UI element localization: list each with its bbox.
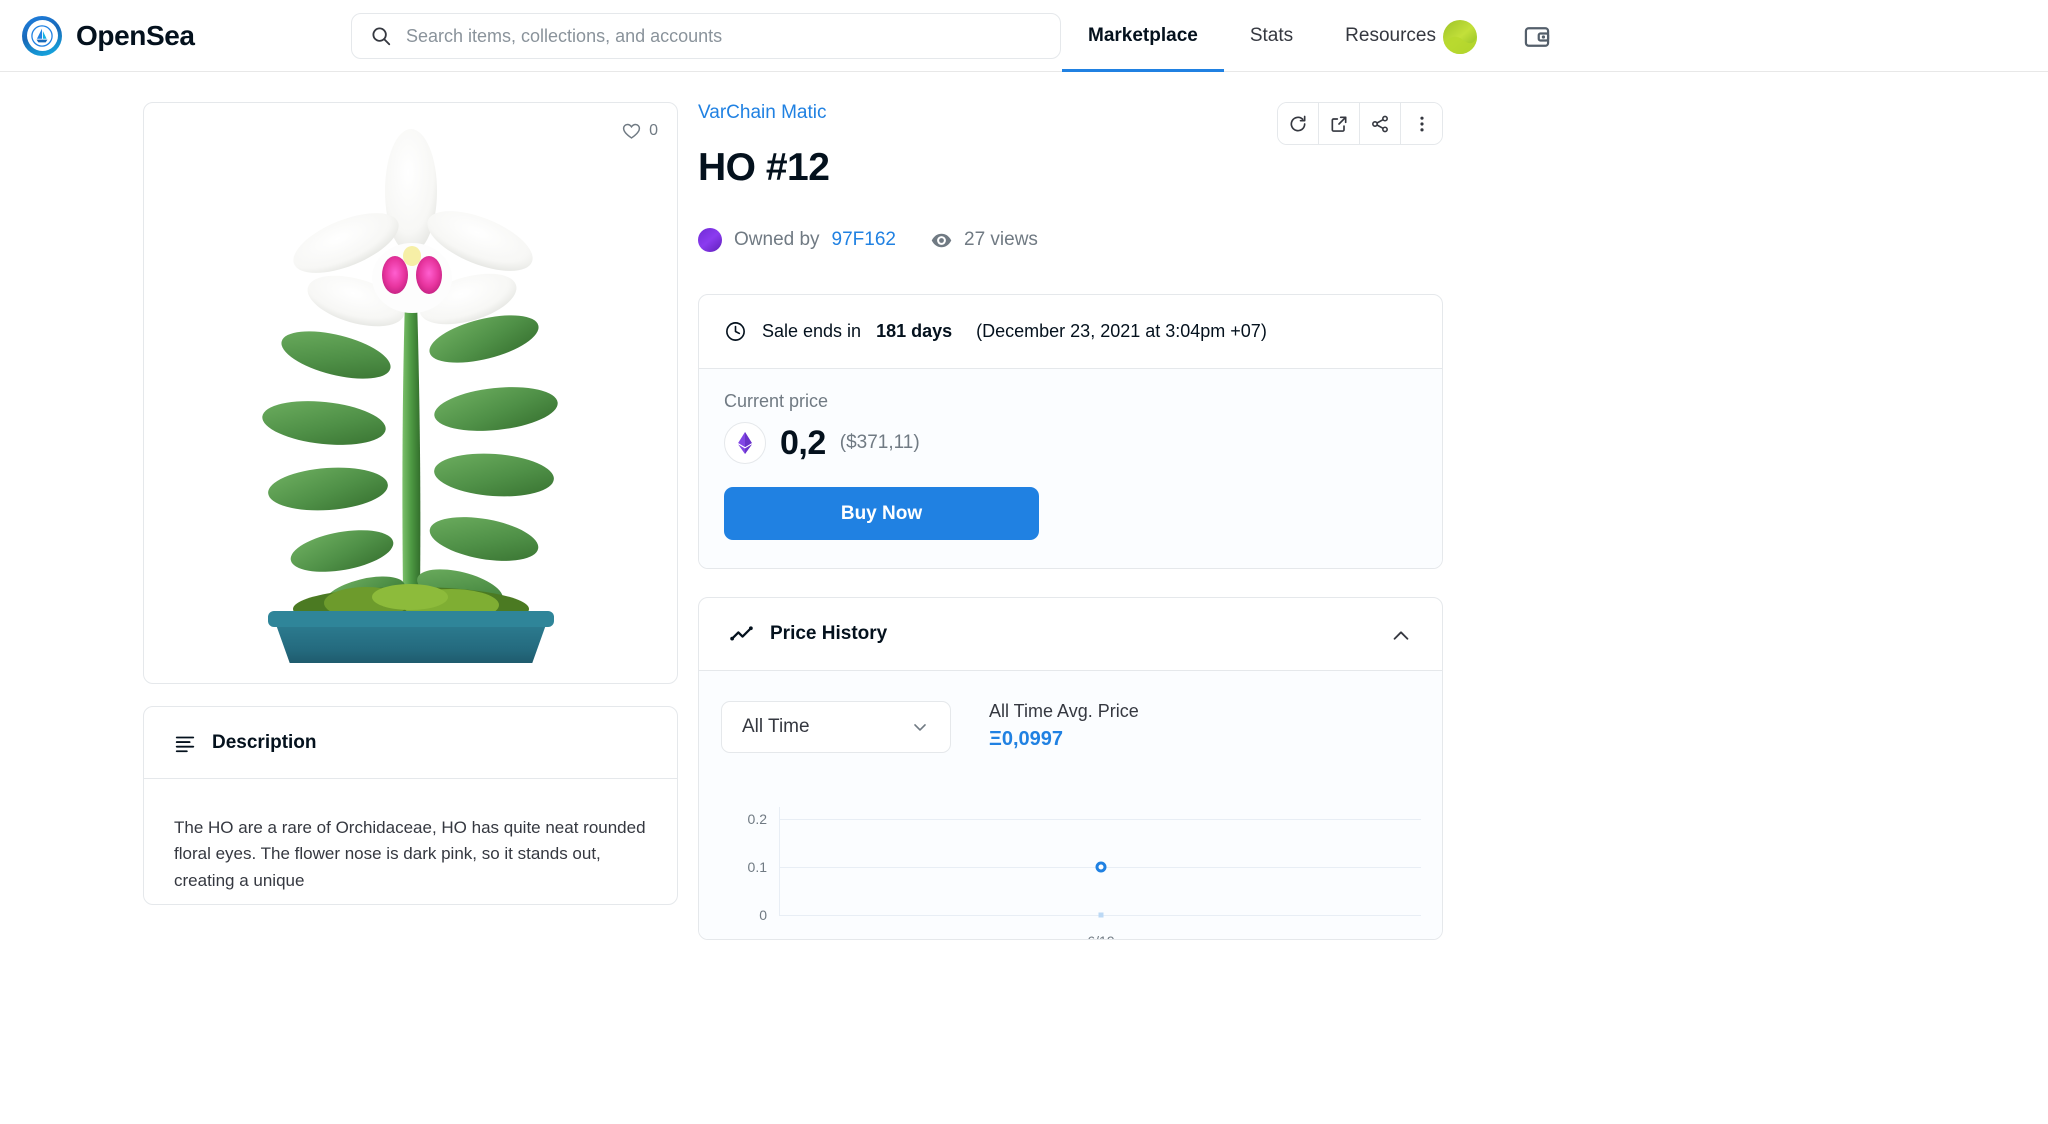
description-text: The HO are a rare of Orchidaceae, HO has… <box>144 779 677 904</box>
y-axis-line <box>779 807 780 915</box>
description-title: Description <box>212 732 317 754</box>
asset-image-card: 0 <box>143 102 678 684</box>
chart-line-icon <box>729 622 754 647</box>
price-history-controls: All Time All Time Avg. Price Ξ0,0997 <box>721 701 1420 753</box>
sale-countdown-row: Sale ends in 181 days (December 23, 2021… <box>699 295 1442 369</box>
sale-card: Sale ends in 181 days (December 23, 2021… <box>698 294 1443 569</box>
chevron-down-icon <box>910 717 930 737</box>
price-history-body: All Time All Time Avg. Price Ξ0,0997 0.2… <box>699 671 1442 939</box>
profile-avatar[interactable] <box>1443 20 1477 54</box>
kebab-glyph <box>1412 114 1432 134</box>
nav-item-stats[interactable]: Stats <box>1224 0 1319 72</box>
nav-label-resources: Resources <box>1345 25 1436 47</box>
refresh-icon[interactable] <box>1278 103 1319 144</box>
owner-block: Owned by 97F162 <box>698 228 896 252</box>
share-glyph <box>1370 114 1390 134</box>
page-title: HO #12 <box>698 146 1443 190</box>
chevron-up-icon[interactable] <box>1390 625 1412 653</box>
asset-action-buttons <box>1277 102 1443 145</box>
price-history-card: Price History All Time Al <box>698 597 1443 940</box>
timeframe-value: All Time <box>742 716 810 738</box>
left-column: 0 <box>143 102 678 905</box>
owner-address-link[interactable]: 97F162 <box>832 229 896 251</box>
orchid-illustration <box>196 123 626 663</box>
search-icon <box>370 25 392 47</box>
sale-end-date: (December 23, 2021 at 3:04pm +07) <box>976 321 1267 342</box>
x-tick-6-19: 6/19 <box>1087 933 1114 940</box>
right-column: VarChain Matic HO #12 <box>698 102 1443 940</box>
search-placeholder: Search items, collections, and accounts <box>406 26 722 47</box>
sale-ends-prefix: Sale ends in <box>762 321 861 342</box>
price-history-header[interactable]: Price History <box>699 598 1442 671</box>
gridline-0.2 <box>779 819 1421 820</box>
refresh-glyph <box>1288 114 1308 134</box>
share-icon[interactable] <box>1360 103 1401 144</box>
current-price-label: Current price <box>724 391 1417 412</box>
wallet-glyph <box>1523 23 1551 51</box>
views-count: 27 views <box>964 229 1038 251</box>
y-tick-0: 0.2 <box>721 811 767 827</box>
eye-icon <box>930 229 953 252</box>
more-options-icon[interactable] <box>1401 103 1442 144</box>
price-row: 0,2 ($371,11) <box>724 422 1417 464</box>
sale-price-body: Current price 0,2 ($371,11) Buy Now <box>699 369 1442 568</box>
avg-price-block: All Time Avg. Price Ξ0,0997 <box>989 701 1139 751</box>
favorite-count: 0 <box>649 122 658 140</box>
brand-name: OpenSea <box>76 20 195 52</box>
nav-item-marketplace[interactable]: Marketplace <box>1062 0 1224 72</box>
current-price-value: 0,2 <box>780 424 826 463</box>
page-body: 0 <box>0 72 2048 1124</box>
main-nav: Marketplace Stats Resources <box>1062 0 1462 72</box>
y-tick-1: 0.1 <box>721 859 767 875</box>
clock-icon <box>724 320 747 343</box>
avg-price-label: All Time Avg. Price <box>989 701 1139 722</box>
data-point-6-19[interactable] <box>1096 862 1107 873</box>
avatar-pattern <box>1443 20 1477 54</box>
wallet-icon[interactable] <box>1518 18 1556 56</box>
avg-price-value: Ξ0,0997 <box>989 728 1139 751</box>
brand-logo-group[interactable]: OpenSea <box>22 16 195 56</box>
search-input[interactable]: Search items, collections, and accounts <box>351 13 1061 59</box>
ethereum-icon <box>724 422 766 464</box>
nft-artwork <box>144 103 677 683</box>
buy-now-button[interactable]: Buy Now <box>724 487 1039 540</box>
sale-duration: 181 days <box>876 321 952 342</box>
description-header[interactable]: Description <box>144 707 677 779</box>
timeframe-select[interactable]: All Time <box>721 701 951 753</box>
description-lines-icon <box>174 732 196 754</box>
external-link-glyph <box>1329 114 1349 134</box>
chevron-up-glyph <box>1390 625 1412 647</box>
external-link-icon[interactable] <box>1319 103 1360 144</box>
owner-avatar[interactable] <box>698 228 722 252</box>
data-point-base <box>1099 913 1104 918</box>
price-history-chart: 0.2 0.1 0 6/19 <box>721 819 1421 939</box>
price-history-title: Price History <box>770 623 887 645</box>
y-tick-2: 0 <box>721 907 767 923</box>
nav-label-stats: Stats <box>1250 25 1293 47</box>
heart-icon <box>621 120 642 141</box>
description-card: Description The HO are a rare of Orchida… <box>143 706 678 905</box>
opensea-logo-icon <box>22 16 62 56</box>
owner-row: Owned by 97F162 27 views <box>698 228 1443 252</box>
owned-by-label: Owned by <box>734 229 820 251</box>
top-header: OpenSea Search items, collections, and a… <box>0 0 2048 72</box>
nav-label-marketplace: Marketplace <box>1088 25 1198 47</box>
views-block: 27 views <box>930 229 1038 252</box>
sailboat-glyph <box>31 25 53 47</box>
ethereum-glyph <box>735 432 755 454</box>
nav-item-resources[interactable]: Resources <box>1319 0 1462 72</box>
favorite-button[interactable]: 0 <box>621 120 658 141</box>
current-price-usd: ($371,11) <box>840 432 920 454</box>
